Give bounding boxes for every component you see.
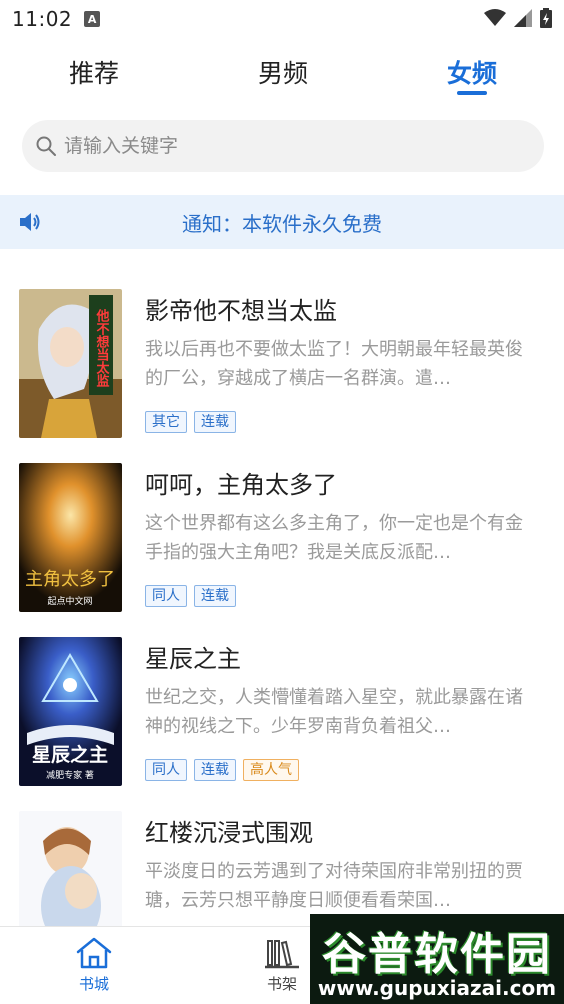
tab-male[interactable]: 男频	[258, 54, 308, 90]
book-tags: 同人 连载 高人气	[145, 759, 299, 781]
tab-female[interactable]: 女频	[447, 54, 497, 90]
book-description: 世纪之交，人类懵懂着踏入星空，就此暴露在诸神的视线之下。少年罗南背负着祖父…	[145, 687, 523, 737]
book-title[interactable]: 影帝他不想当太监	[145, 291, 337, 326]
book-cover[interactable]: 他不想当太监	[19, 289, 122, 438]
cover-title: 他不想当太监	[94, 308, 111, 388]
bookshelf-icon	[265, 940, 299, 969]
nav-bookstore[interactable]: 书城	[54, 937, 134, 994]
book-cover[interactable]: 主角太多了 起点中文网	[19, 463, 122, 612]
search-icon	[36, 136, 56, 156]
status-icons	[484, 8, 552, 28]
book-title[interactable]: 红楼沉浸式围观	[145, 813, 313, 848]
notice-banner: 通知：本软件永久免费	[0, 195, 564, 249]
book-cover[interactable]: 星辰之主 减肥专家 著	[19, 637, 122, 786]
status-bar: 11:02 A	[0, 0, 564, 38]
book-item[interactable]: 星辰之主 减肥专家 著 星辰之主 世纪之交，人类懵懂着踏入星空，就此暴露在诸神的…	[0, 637, 564, 797]
book-item[interactable]: 主角太多了 起点中文网 呵呵，主角太多了 这个世界都有这么多主角了，你一定也是个…	[0, 463, 564, 623]
watermark-logo: 谷普软件园 www.gupuxiazai.com	[310, 914, 564, 1004]
speaker-icon	[20, 213, 40, 231]
tag-category: 同人	[145, 759, 187, 781]
tag-status: 连载	[194, 585, 236, 607]
cover-subtitle: 起点中文网	[47, 595, 92, 607]
cover-title: 主角太多了	[25, 569, 115, 590]
tag-status: 连载	[194, 759, 236, 781]
search-input[interactable]	[64, 135, 504, 157]
notification-a-icon: A	[84, 11, 101, 27]
status-time: 11:02	[12, 7, 73, 31]
book-description: 我以后再也不要做太监了！大明朝最年轻最英俊的厂公，穿越成了横店一名群演。遣…	[145, 339, 523, 389]
nav-label: 书城	[78, 975, 109, 993]
cover-title: 星辰之主	[32, 743, 108, 766]
book-description: 平淡度日的云芳遇到了对待荣国府非常别扭的贾瑭，云芳只想平静度日顺便看看荣国…	[145, 861, 523, 911]
tag-category: 同人	[145, 585, 187, 607]
nav-label: 书架	[266, 975, 297, 993]
tab-recommend[interactable]: 推荐	[69, 54, 119, 90]
book-tags: 同人 连载	[145, 585, 236, 607]
cover-subtitle: 减肥专家 著	[46, 769, 94, 781]
wifi-icon	[484, 9, 506, 26]
home-icon	[76, 937, 112, 969]
watermark-title: 谷普软件园	[322, 929, 552, 980]
book-title[interactable]: 星辰之主	[145, 639, 241, 674]
signal-icon	[514, 9, 532, 27]
book-title[interactable]: 呵呵，主角太多了	[145, 465, 337, 500]
book-item[interactable]: 他不想当太监 影帝他不想当太监 我以后再也不要做太监了！大明朝最年轻最英俊的厂公…	[0, 289, 564, 449]
battery-icon	[540, 8, 552, 28]
book-description: 这个世界都有这么多主角了，你一定也是个有金手指的强大主角吧？我是关底反派配…	[145, 513, 523, 563]
book-tags: 其它 连载	[145, 411, 236, 433]
search-bar[interactable]	[22, 120, 544, 172]
tag-category: 其它	[145, 411, 187, 433]
active-tab-indicator	[457, 91, 487, 95]
tag-status: 连载	[194, 411, 236, 433]
tag-popular: 高人气	[243, 759, 299, 781]
notice-text: 通知：本软件永久免费	[182, 211, 382, 236]
watermark-url: www.gupuxiazai.com	[317, 976, 557, 1000]
